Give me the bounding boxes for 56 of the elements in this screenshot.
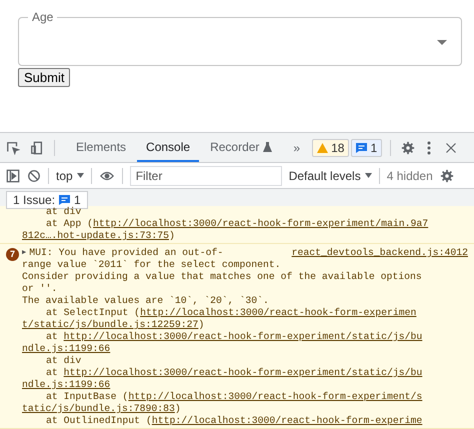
- stack-link[interactable]: ndle.js:1199:66: [22, 379, 110, 391]
- log-text: at InputBase (: [46, 391, 128, 403]
- settings-icon[interactable]: [401, 140, 416, 154]
- stack-link[interactable]: http://localhost:3000/react-hook-form-experimen: [140, 307, 416, 319]
- stack-link[interactable]: 812c….hot-update.js:73:75: [22, 230, 169, 242]
- stack-link[interactable]: http://localhost:3000/react-hook-form-experiment/static/js/bu: [64, 367, 422, 379]
- settings-icon[interactable]: [440, 168, 454, 182]
- age-select[interactable]: Age: [18, 10, 462, 66]
- clear-icon[interactable]: [27, 168, 41, 182]
- warnings-badge[interactable]: 18: [312, 138, 350, 156]
- stack-link[interactable]: t/static/js/bundle.js:12259:27: [22, 319, 198, 331]
- log-text: ): [174, 403, 181, 415]
- repeat-count: 7: [6, 248, 19, 261]
- caret-icon: [76, 173, 84, 178]
- source-link[interactable]: react_devtools_backend.js:4012: [292, 247, 468, 259]
- more-options-icon[interactable]: [427, 140, 432, 154]
- messages-badge[interactable]: 1: [351, 138, 382, 156]
- more-tabs-button[interactable]: »: [293, 140, 300, 154]
- log-text: ): [198, 319, 204, 331]
- context-dropdown[interactable]: top: [56, 168, 84, 182]
- caret-icon: [437, 40, 447, 45]
- log-text: ): [168, 230, 175, 242]
- devtools-tab[interactable]: Elements: [67, 133, 136, 162]
- log-text: at SelectInput (: [46, 307, 140, 319]
- inspect-icon[interactable]: [6, 140, 20, 154]
- filter-field[interactable]: Filter: [130, 166, 282, 186]
- log-text: Consider providing a value that matches one of the available options: [22, 271, 422, 283]
- levels-dropdown[interactable]: Default levels: [288, 168, 372, 182]
- close-icon[interactable]: [445, 142, 458, 154]
- warning-icon: [317, 142, 328, 152]
- log-text: at div: [46, 206, 82, 218]
- stack-link[interactable]: ndle.js:1199:66: [22, 343, 110, 355]
- sidebar-icon[interactable]: [6, 168, 20, 182]
- log-text: MUI: You have provided an out-of-: [29, 247, 224, 259]
- stack-link[interactable]: http://localhost:3000/react-hook-form-experiment/static/js/bu: [64, 331, 422, 343]
- log-text: at App (: [46, 218, 94, 230]
- select-label: Age: [31, 10, 54, 24]
- stack-link[interactable]: http://localhost:3000/react-hook-form-experiment/s: [128, 391, 422, 403]
- hidden-count: 4 hidden: [386, 168, 433, 182]
- log-text: at OutlinedInput (: [46, 415, 152, 427]
- log-text: or ''.: [22, 283, 58, 295]
- log-text: at: [46, 367, 59, 379]
- stack-link[interactable]: tatic/js/bundle.js:7890:83: [22, 403, 175, 415]
- message-icon: [356, 142, 368, 152]
- stack-link[interactable]: http://localhost:3000/react-hook-form-experiment/main.9a7: [93, 218, 428, 230]
- log-text: range value `2011` for the select component.: [22, 259, 281, 271]
- device-icon[interactable]: [30, 140, 44, 154]
- submit-button[interactable]: Submit: [18, 68, 70, 87]
- message-icon: [59, 195, 70, 205]
- log-text: The available values are `10`, `20`, `30`.: [22, 295, 269, 307]
- log-text: at div: [46, 355, 82, 367]
- flask-icon: [263, 142, 272, 152]
- stack-link[interactable]: http://localhost:3000/react-hook-form-experime: [152, 415, 422, 427]
- caret-icon: [364, 173, 372, 178]
- log-text: at: [46, 331, 59, 343]
- devtools-tab[interactable]: Recorder: [201, 133, 282, 162]
